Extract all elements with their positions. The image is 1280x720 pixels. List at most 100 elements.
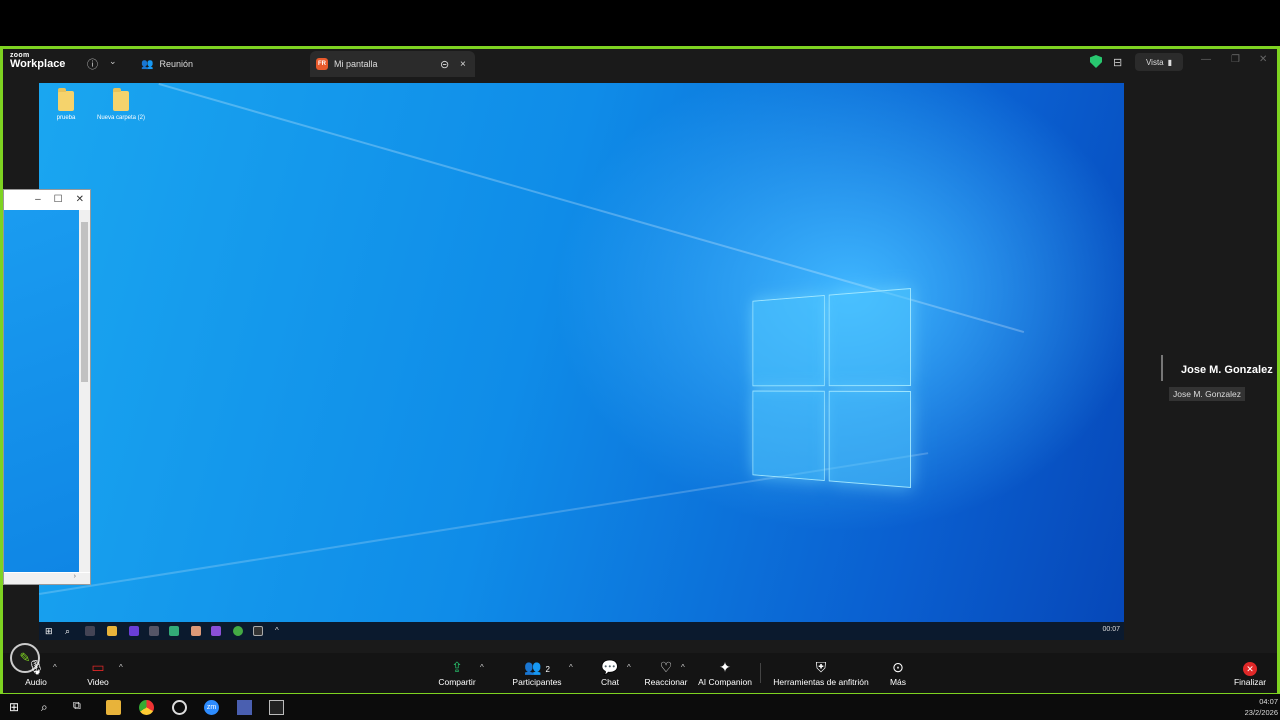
audio-button[interactable]: 🎙 Audio <box>21 659 51 687</box>
end-meeting-button[interactable]: ✕ Finalizar <box>1231 659 1269 687</box>
minimize-icon[interactable]: – <box>35 194 41 205</box>
windows-logo <box>752 288 911 488</box>
search-icon[interactable]: ⌕ <box>41 700 56 715</box>
tab-meeting-label: Reunión <box>159 59 193 69</box>
security-shield-icon[interactable] <box>1090 55 1102 68</box>
more-label: Más <box>889 677 907 687</box>
host-tools-label: Herramientas de anfitrión <box>773 677 869 687</box>
view-icon: ▮ <box>1167 57 1173 67</box>
tray-up-icon: ^ <box>275 626 279 635</box>
video-label: Video <box>87 677 109 687</box>
share-screen-icon: ⇪ <box>451 659 463 675</box>
more-options-icon[interactable]: ⊝ <box>440 58 449 71</box>
more-icon: ⊙ <box>892 659 904 675</box>
maximize-icon[interactable]: ☐ <box>54 194 63 205</box>
view-button[interactable]: Vista ▮ <box>1135 53 1183 71</box>
participant-name-tag: Jose M. Gonzalez <box>1169 387 1246 401</box>
close-window-button[interactable]: ✕ <box>1259 54 1267 65</box>
tab-meeting[interactable]: 👥 Reunión <box>141 51 193 77</box>
desktop-icon-label: prueba <box>56 115 76 121</box>
shield-icon: ⛨ <box>815 659 827 675</box>
screen: zoom Workplace ⓘ ⌄ 👥 Reunión FR Mi panta… <box>0 0 1280 720</box>
participants-icon: 👥 2 <box>524 659 550 675</box>
audio-caret-icon[interactable]: ^ <box>53 663 57 672</box>
logo-pane <box>828 288 911 386</box>
video-caret-icon[interactable]: ^ <box>119 663 123 672</box>
video-off-icon: ▭ <box>91 659 105 675</box>
app-icon <box>149 626 159 636</box>
info-icon[interactable]: ⓘ <box>87 56 98 72</box>
chrome-icon[interactable] <box>139 700 154 715</box>
shared-screen: prueba Nueva carpeta (2) ⊞ ⌕ ^ 00:07 <box>39 83 1124 640</box>
end-icon: ✕ <box>1243 662 1257 676</box>
participants-caret-icon[interactable]: ^ <box>569 663 573 672</box>
more-button[interactable]: ⊙ Más <box>885 659 911 687</box>
chat-icon: 💬 <box>601 659 619 675</box>
tab-my-screen[interactable]: FR Mi pantalla ⊝ × <box>310 51 475 77</box>
top-black-band <box>0 0 1280 46</box>
app-icon <box>211 626 221 636</box>
start-icon[interactable]: ⊞ <box>9 700 24 715</box>
folder-icon <box>113 88 129 111</box>
maximize-button[interactable]: ❐ <box>1231 54 1240 65</box>
chevron-down-icon[interactable]: ⌄ <box>109 56 117 67</box>
taskview-icon <box>85 626 95 636</box>
react-label: Reaccionar <box>644 677 688 687</box>
file-explorer-icon[interactable] <box>106 700 121 715</box>
toolbar-separator <box>760 663 761 683</box>
logo-pane <box>752 295 825 386</box>
close-icon[interactable]: ✕ <box>76 194 84 205</box>
zoom-window: zoom Workplace ⓘ ⌄ 👥 Reunión FR Mi panta… <box>0 46 1280 693</box>
host-taskbar: ⊞ ⌕ ⧉ zm 04:07 23/2/2026 <box>0 693 1280 720</box>
share-badge: FR <box>316 58 328 70</box>
lock-icon[interactable]: ⊟ <box>1113 56 1122 69</box>
zoom-logo: zoom Workplace <box>10 52 65 70</box>
title-bar: zoom Workplace ⓘ ⌄ 👥 Reunión FR Mi panta… <box>3 49 1277 77</box>
app-icon <box>129 626 139 636</box>
app-icon[interactable] <box>237 700 252 715</box>
chat-label: Chat <box>601 677 619 687</box>
chat-button[interactable]: 💬 Chat <box>595 659 625 687</box>
taskview-icon[interactable]: ⧉ <box>73 700 88 715</box>
host-tools-button[interactable]: ⛨ Herramientas de anfitrión <box>773 659 869 687</box>
end-label: Finalizar <box>1233 677 1267 687</box>
close-icon[interactable]: × <box>460 59 466 70</box>
zoom-app-icon[interactable]: zm <box>204 700 219 715</box>
overlay-window-titlebar: – ☐ ✕ <box>4 190 90 208</box>
speaker-indicator <box>1161 355 1163 381</box>
chat-caret-icon[interactable]: ^ <box>627 663 631 672</box>
minimize-button[interactable]: — <box>1201 54 1211 65</box>
ai-label: AI Companion <box>698 677 752 687</box>
ai-companion-button[interactable]: ✦ AI Companion <box>695 659 755 687</box>
participants-button[interactable]: 👥 2 Participantes <box>507 659 567 687</box>
app-icon <box>169 626 179 636</box>
start-icon: ⊞ <box>45 626 53 636</box>
system-date: 23/2/2026 <box>1244 708 1278 717</box>
system-time: 04:07 <box>1259 697 1278 706</box>
shared-clock: 00:07 <box>1102 626 1120 633</box>
react-caret-icon[interactable]: ^ <box>681 663 685 672</box>
share-button[interactable]: ⇪ Compartir <box>435 659 479 687</box>
share-caret-icon[interactable]: ^ <box>480 663 484 672</box>
audio-label: Audio <box>25 677 47 687</box>
shared-taskbar: ⊞ ⌕ ^ 00:07 <box>39 622 1124 640</box>
scrollbar-thumb[interactable] <box>81 222 88 382</box>
logo-pane <box>828 390 911 488</box>
participants-label: Participantes <box>512 677 562 687</box>
terminal-icon[interactable] <box>269 700 284 715</box>
meeting-toolbar: ✎ 🎙 Audio ^ ▭ Video ^ ⇪ Compartir ^ 👥 2 P… <box>3 643 1277 693</box>
desktop-icon-nueva-carpeta[interactable]: Nueva carpeta (2) <box>86 88 156 121</box>
participants-count: 2 <box>545 665 550 674</box>
horizontal-scrollbar[interactable]: › <box>4 573 90 584</box>
explorer-icon <box>107 626 117 636</box>
app-icon <box>191 626 201 636</box>
tab-my-screen-label: Mi pantalla <box>334 59 378 69</box>
video-button[interactable]: ▭ Video <box>83 659 113 687</box>
recorder-icon[interactable] <box>172 700 187 715</box>
microphone-icon: 🎙 <box>27 659 45 675</box>
overlay-window[interactable]: – ☐ ✕ › <box>3 189 91 585</box>
folder-icon <box>58 88 74 111</box>
sparkle-icon: ✦ <box>719 659 731 675</box>
system-clock[interactable]: 04:07 23/2/2026 <box>1245 696 1278 718</box>
logo-big: Workplace <box>10 58 66 70</box>
